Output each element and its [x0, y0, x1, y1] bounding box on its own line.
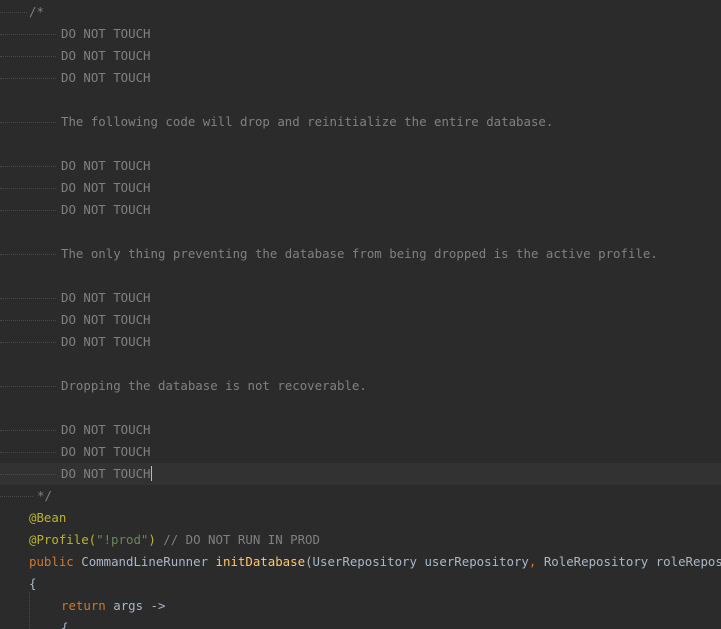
code-line[interactable]: @Profile("!prod") // DO NOT RUN IN PROD [0, 529, 721, 551]
indent-guide [0, 298, 56, 299]
code-line[interactable]: { [0, 617, 721, 629]
bean-annotation: @Bean [29, 510, 67, 525]
comment-text: DO NOT TOUCH [61, 422, 151, 437]
code-line[interactable]: The only thing preventing the database f… [0, 243, 721, 265]
indent-guide [0, 496, 33, 497]
comment-text: The following code will drop and reiniti… [61, 114, 554, 129]
code-line[interactable]: public CommandLineRunner initDatabase(Us… [0, 551, 721, 573]
code-line[interactable]: @Bean [0, 507, 721, 529]
text-caret [150, 466, 152, 481]
open-brace: { [29, 576, 37, 591]
comment-text: DO NOT TOUCH [61, 290, 151, 305]
code-line[interactable]: { [0, 573, 721, 595]
code-line[interactable]: The following code will drop and reiniti… [0, 111, 721, 133]
comment-text: DO NOT TOUCH [61, 202, 151, 217]
profile-annotation: @Profile( [29, 532, 97, 547]
comment-text: DO NOT TOUCH [61, 180, 151, 195]
code-line[interactable]: DO NOT TOUCH [0, 67, 721, 89]
indent-guide [0, 12, 27, 13]
indent-guide [0, 188, 56, 189]
comment-text: DO NOT TOUCH [61, 444, 151, 459]
param2-name: roleRepository [655, 554, 721, 569]
code-line[interactable]: DO NOT TOUCH [0, 441, 721, 463]
comment-text: Dropping the database is not recoverable… [61, 378, 367, 393]
comment-text: DO NOT TOUCH [61, 26, 151, 41]
code-line-current[interactable]: DO NOT TOUCH [0, 463, 721, 485]
comment-text: DO NOT TOUCH [61, 158, 151, 173]
indent-guide [0, 430, 56, 431]
indent-guide [0, 122, 56, 123]
indent-guide [0, 254, 56, 255]
code-line[interactable]: DO NOT TOUCH [0, 45, 721, 67]
indent-guide [0, 166, 56, 167]
public-keyword: public [29, 554, 74, 569]
code-editor[interactable]: /* DO NOT TOUCH DO NOT TOUCH DO NOT TOUC… [0, 0, 721, 629]
comment-text: DO NOT TOUCH [61, 312, 151, 327]
param2-type: RoleRepository [543, 554, 649, 569]
code-line[interactable]: DO NOT TOUCH [0, 287, 721, 309]
indent-guide [0, 452, 56, 453]
vertical-indent-guide [29, 592, 30, 629]
method-name: initDatabase [215, 554, 306, 569]
profile-comment: // DO NOT RUN IN PROD [163, 532, 320, 547]
param1-name: userRepository [424, 554, 529, 569]
param1-type: UserRepository [312, 554, 417, 569]
indent-guide [0, 342, 56, 343]
code-line[interactable]: /* [0, 1, 721, 23]
indent-guide [0, 78, 56, 79]
code-line[interactable]: DO NOT TOUCH [0, 177, 721, 199]
comment-text: DO NOT TOUCH [61, 70, 151, 85]
code-line[interactable]: DO NOT TOUCH [0, 331, 721, 353]
paren-open: ( [305, 554, 313, 569]
comment-open: /* [29, 4, 44, 19]
code-line[interactable]: */ [0, 485, 721, 507]
code-line[interactable]: return args -> [0, 595, 721, 617]
param-comma: , [528, 554, 537, 569]
code-line[interactable]: DO NOT TOUCH [0, 419, 721, 441]
comment-text: The only thing preventing the database f… [61, 246, 658, 261]
code-line[interactable]: Dropping the database is not recoverable… [0, 375, 721, 397]
indent-guide [0, 34, 56, 35]
return-type: CommandLineRunner [81, 554, 209, 569]
code-line[interactable]: DO NOT TOUCH [0, 199, 721, 221]
indent-guide [0, 474, 56, 475]
indent-guide [0, 210, 56, 211]
profile-value: "!prod" [96, 532, 149, 547]
return-keyword: return [61, 598, 106, 613]
indent-guide [0, 386, 56, 387]
comment-text: DO NOT TOUCH [61, 466, 151, 481]
return-expression: args -> [113, 598, 166, 613]
code-line[interactable]: DO NOT TOUCH [0, 155, 721, 177]
code-line[interactable]: DO NOT TOUCH [0, 23, 721, 45]
comment-text: DO NOT TOUCH [61, 48, 151, 63]
indent-guide [0, 320, 56, 321]
comment-close: */ [37, 488, 52, 503]
code-line[interactable]: DO NOT TOUCH [0, 309, 721, 331]
inner-brace: { [61, 620, 69, 629]
profile-close: ) [148, 532, 156, 547]
indent-guide [0, 56, 56, 57]
comment-text: DO NOT TOUCH [61, 334, 151, 349]
